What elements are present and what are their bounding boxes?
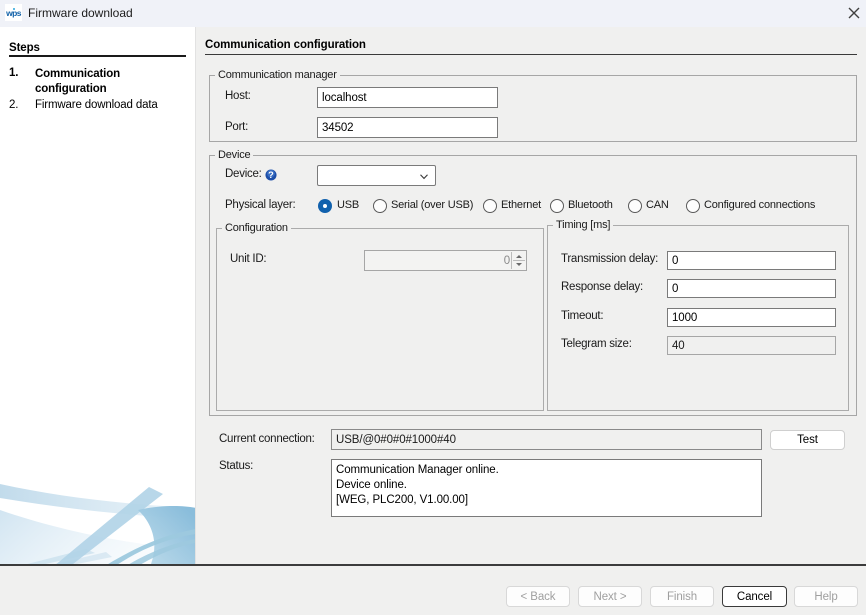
svg-text:?: ? — [268, 170, 274, 180]
